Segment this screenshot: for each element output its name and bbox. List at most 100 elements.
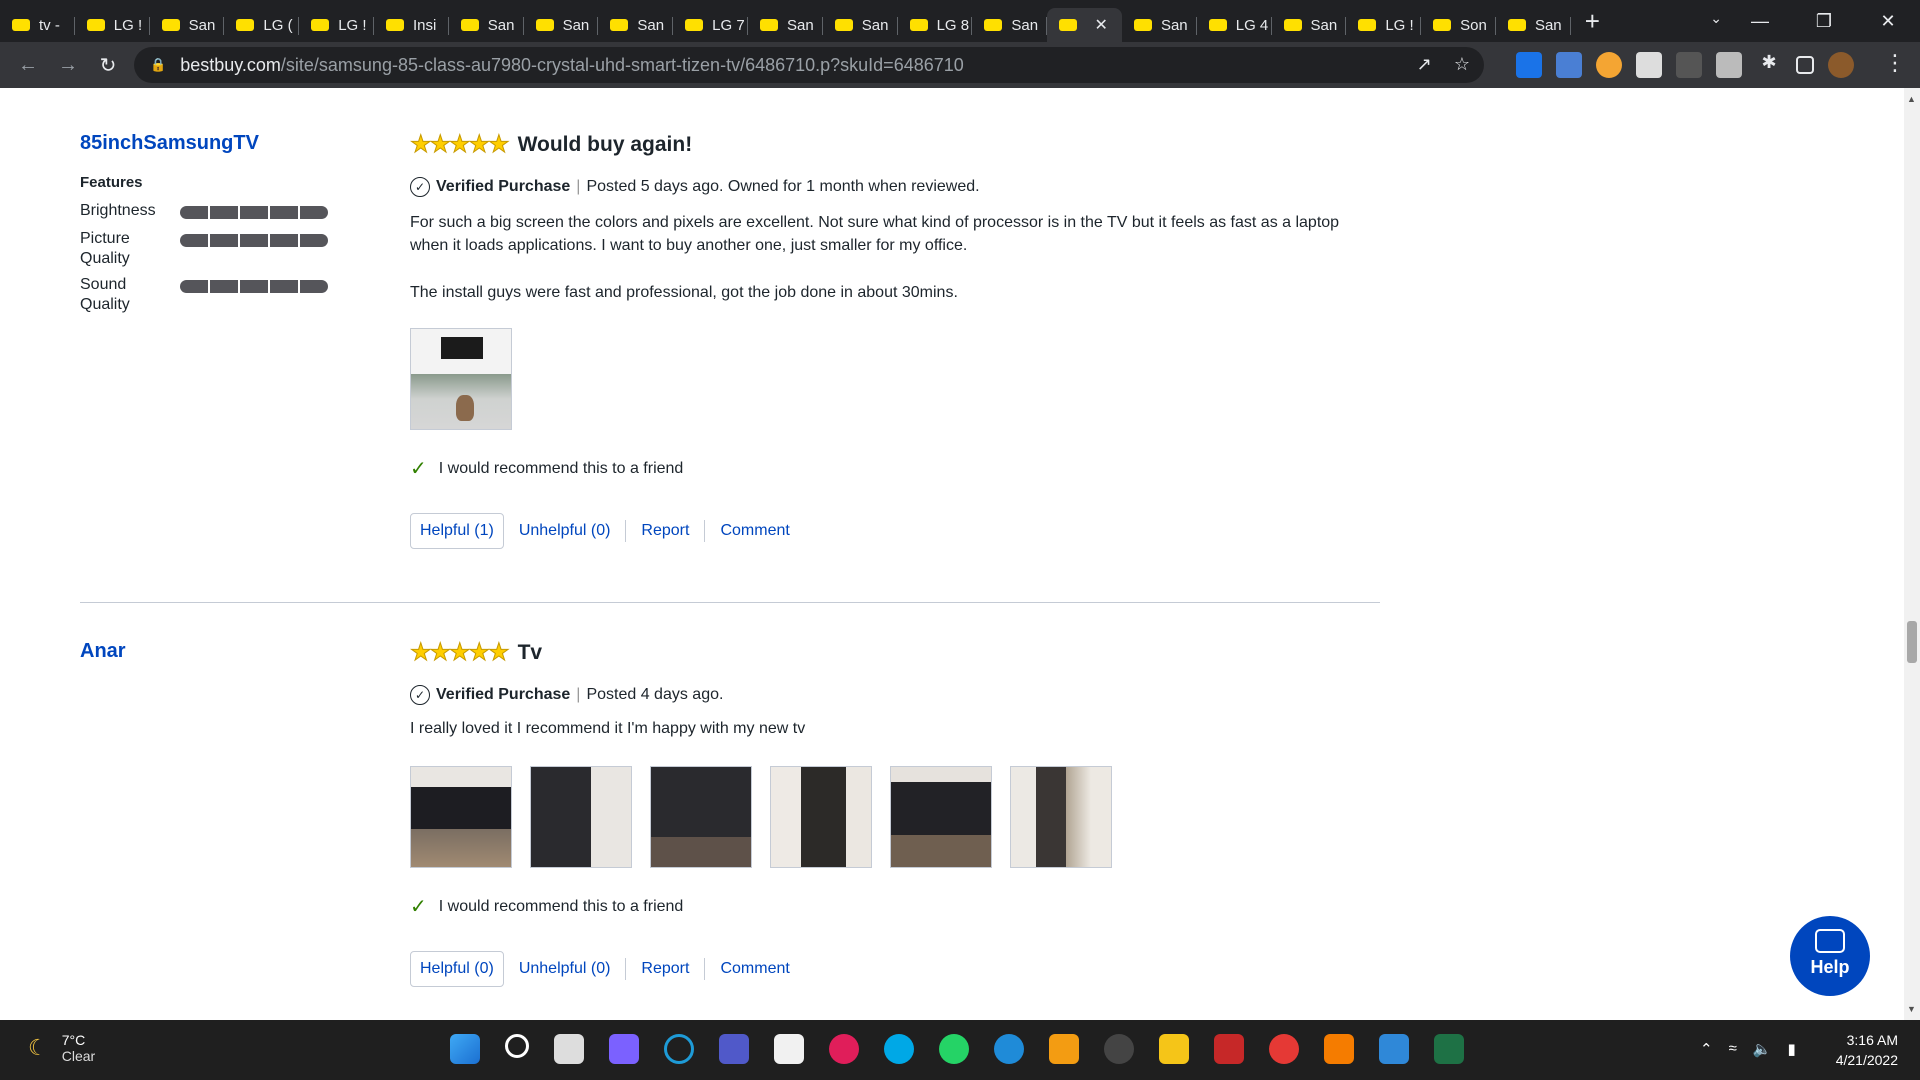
scroll-down-arrow-icon[interactable]: ▼ xyxy=(1907,1004,1916,1014)
tab-favicon-icon xyxy=(12,19,30,31)
scrollbar-thumb[interactable] xyxy=(1907,621,1917,663)
browser-tab[interactable]: San xyxy=(972,8,1047,42)
tab-search-chevron-icon[interactable]: ⌄ xyxy=(1710,10,1722,27)
wifi-icon[interactable]: ≈ xyxy=(1729,1040,1737,1058)
browser-tab[interactable]: San xyxy=(598,8,673,42)
whatsapp-icon[interactable] xyxy=(939,1034,969,1064)
tab-favicon-icon xyxy=(311,19,330,31)
browser-tab[interactable]: San xyxy=(748,8,823,42)
review-photo-thumbnail[interactable] xyxy=(770,766,872,868)
browser-tab[interactable]: San xyxy=(823,8,898,42)
address-bar[interactable]: 🔒 bestbuy.com/site/samsung-85-class-au79… xyxy=(134,47,1484,83)
browser-tab[interactable]: Insi xyxy=(374,8,449,42)
recommend-text: I would recommend this to a friend xyxy=(438,459,684,477)
review-photo-thumbnail[interactable] xyxy=(530,766,632,868)
tab-close-icon[interactable]: ✕ xyxy=(1095,15,1108,35)
search-icon[interactable] xyxy=(505,1034,529,1058)
scroll-up-arrow-icon[interactable]: ▲ xyxy=(1907,94,1916,104)
share-icon[interactable]: ↗ xyxy=(1417,54,1432,75)
reload-button[interactable]: ↻ xyxy=(88,53,128,78)
cortana-icon[interactable] xyxy=(664,1034,694,1064)
browser-menu-icon[interactable]: ⋮ xyxy=(1884,50,1906,76)
battery-icon[interactable]: ▮ xyxy=(1788,1040,1796,1058)
browser-tab[interactable]: LG ! xyxy=(299,8,374,42)
vlc-icon[interactable] xyxy=(1324,1034,1354,1064)
extension-6-icon[interactable] xyxy=(1716,52,1742,78)
edge-icon[interactable] xyxy=(994,1034,1024,1064)
extensions-puzzle-icon[interactable]: ✱ xyxy=(1756,52,1782,78)
task-view-icon[interactable] xyxy=(554,1034,584,1064)
unhelpful-button[interactable]: Unhelpful (0) xyxy=(504,522,626,540)
browser-tab[interactable]: LG ( xyxy=(224,8,299,42)
review-photo-thumbnail[interactable] xyxy=(410,328,512,430)
report-link[interactable]: Report xyxy=(626,960,704,978)
url-text[interactable]: bestbuy.com/site/samsung-85-class-au7980… xyxy=(180,55,964,76)
review-photo-thumbnail[interactable] xyxy=(1010,766,1112,868)
feature-row: Brightness xyxy=(80,201,340,223)
restore-button[interactable]: ❐ xyxy=(1792,11,1856,32)
browser-tab[interactable]: LG 4 xyxy=(1197,8,1272,42)
minimize-button[interactable]: — xyxy=(1728,11,1792,32)
review-photo-thumbnail[interactable] xyxy=(410,766,512,868)
app-red-icon[interactable] xyxy=(1214,1034,1244,1064)
helpful-button[interactable]: Helpful (0) xyxy=(410,951,504,987)
page-scrollbar[interactable]: ▲ ▼ xyxy=(1904,88,1920,1020)
browser-tab[interactable]: LG 8 xyxy=(898,8,973,42)
extension-4-icon[interactable] xyxy=(1636,52,1662,78)
chat-app-icon[interactable] xyxy=(609,1034,639,1064)
browser-tab[interactable]: San xyxy=(1496,8,1571,42)
report-link[interactable]: Report xyxy=(626,522,704,540)
browser-tab[interactable]: San xyxy=(150,8,225,42)
app-w-icon[interactable] xyxy=(1104,1034,1134,1064)
new-tab-button[interactable]: + xyxy=(1585,8,1600,34)
teams-icon[interactable] xyxy=(719,1034,749,1064)
help-button[interactable]: Help xyxy=(1790,916,1870,996)
browser-tab[interactable]: Son xyxy=(1421,8,1496,42)
tab-label: San xyxy=(188,16,216,34)
profile-avatar[interactable] xyxy=(1828,52,1854,78)
skype-icon[interactable] xyxy=(884,1034,914,1064)
browser-tab[interactable]: San xyxy=(1122,8,1197,42)
helpful-button[interactable]: Helpful (1) xyxy=(410,513,504,549)
browser-tab[interactable]: tv - xyxy=(0,8,75,42)
system-clock[interactable]: 3:16 AM 4/21/2022 xyxy=(1836,1030,1898,1070)
extension-1-icon[interactable] xyxy=(1516,52,1542,78)
close-window-button[interactable]: ✕ xyxy=(1856,11,1920,32)
review-author[interactable]: Anar xyxy=(80,640,126,663)
unhelpful-button[interactable]: Unhelpful (0) xyxy=(504,960,626,978)
forward-button[interactable]: → xyxy=(48,54,88,77)
bookmark-star-icon[interactable]: ☆ xyxy=(1454,54,1470,75)
review-author[interactable]: 85inchSamsungTV xyxy=(80,132,259,155)
slack-icon[interactable] xyxy=(829,1034,859,1064)
sublime-icon[interactable] xyxy=(1049,1034,1079,1064)
start-icon[interactable] xyxy=(450,1034,480,1064)
chrome-icon[interactable] xyxy=(1269,1034,1299,1064)
comment-link[interactable]: Comment xyxy=(705,522,804,540)
help-label: Help xyxy=(1810,957,1850,977)
store-icon[interactable] xyxy=(774,1034,804,1064)
browser-tab[interactable]: LG ! xyxy=(1346,8,1421,42)
review-photo-thumbnail[interactable] xyxy=(890,766,992,868)
browser-tab[interactable]: ✕ xyxy=(1047,8,1122,42)
browser-tab[interactable]: LG ! xyxy=(75,8,150,42)
review-divider xyxy=(80,602,1380,603)
side-panel-icon[interactable] xyxy=(1796,56,1814,74)
weather-widget[interactable]: ☾ 7°C Clear xyxy=(28,1032,95,1064)
excel-icon[interactable] xyxy=(1434,1034,1464,1064)
comment-link[interactable]: Comment xyxy=(705,960,804,978)
tray-chevron-icon[interactable]: ⌃ xyxy=(1700,1040,1713,1058)
back-button[interactable]: ← xyxy=(8,54,48,77)
browser-tab[interactable]: San xyxy=(1272,8,1347,42)
extension-3-icon[interactable] xyxy=(1596,52,1622,78)
volume-icon[interactable]: 🔈 xyxy=(1753,1040,1772,1058)
review-photo-thumbnail[interactable] xyxy=(650,766,752,868)
extension-5-icon[interactable] xyxy=(1676,52,1702,78)
tab-favicon-icon xyxy=(909,19,928,31)
photos-icon[interactable] xyxy=(1379,1034,1409,1064)
extension-save-icon[interactable] xyxy=(1556,52,1582,78)
lock-icon[interactable]: 🔒 xyxy=(150,57,166,73)
file-explorer-icon[interactable] xyxy=(1159,1034,1189,1064)
browser-tab[interactable]: San xyxy=(449,8,524,42)
browser-tab[interactable]: San xyxy=(524,8,599,42)
browser-tab[interactable]: LG 7 xyxy=(673,8,748,42)
